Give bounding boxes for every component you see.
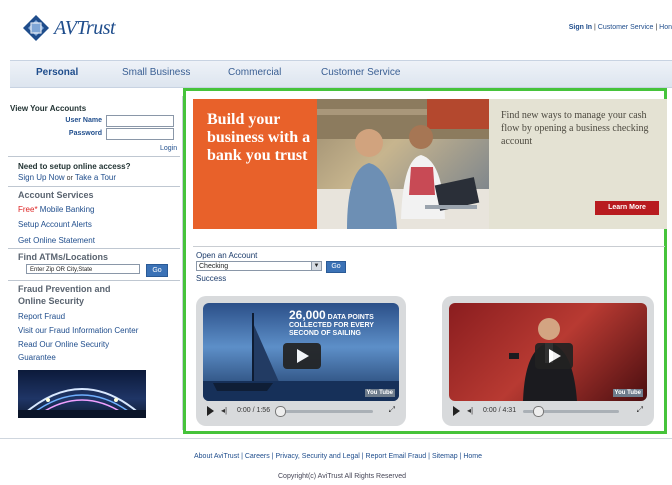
youtube-logo[interactable]: You Tube [364,389,395,397]
fullscreen-icon[interactable]: ⤢ [637,405,643,415]
nav-small-business[interactable]: Small Business [122,67,190,78]
view-accounts-heading: View Your Accounts [10,104,87,113]
nav-commercial[interactable]: Commercial [228,67,281,78]
divider [8,186,180,187]
footer-link-home[interactable]: Home [463,453,482,460]
mobile-banking-item[interactable]: Free* Mobile Banking [18,205,94,214]
atm-heading: Find ATMs/Locations [18,252,108,262]
logo-text: AVTrust [54,16,116,39]
banner-right-text: Find new ways to manage your cash flow b… [501,110,649,147]
sign-in-link[interactable]: Sign In [569,24,592,31]
video-2-screen[interactable]: You Tube [449,303,647,401]
footer-link-privacy[interactable]: Privacy, Security and Legal [275,453,359,460]
copyright: Copyright(c) AviTrust All Rights Reserve… [278,473,406,480]
video-2-controls: ◂| 0:00 / 4:31 ⤢ [449,403,647,421]
video-1-play-button[interactable] [283,343,321,369]
main-content: Build your business with a bank you trus… [183,88,667,434]
footer-link-careers[interactable]: Careers [245,453,270,460]
password-label: Password [68,130,102,137]
video-1-overlay: 26,000 DATA POINTS COLLECTED FOR EVERY S… [289,308,374,338]
logo[interactable]: AVTrust [22,14,116,42]
footer-link-report-fraud[interactable]: Report Email Fraud [366,453,427,460]
dropdown-arrow-icon[interactable]: ▼ [311,262,321,270]
banner-build-business[interactable]: Build your business with a bank you trus… [193,99,317,229]
open-account-label: Open an Account [196,251,258,260]
nav-personal[interactable]: Personal [36,67,78,78]
password-input[interactable] [106,128,174,140]
fraud-heading-2: Online Security [18,296,85,306]
banner-cash-flow: Find new ways to manage your cash flow b… [489,99,667,229]
divider [8,156,180,157]
video-1-scrubber[interactable] [277,410,373,413]
footer: About AviTrust | Careers | Privacy, Secu… [0,438,672,485]
banner-photo [317,99,489,229]
nav-customer-service[interactable]: Customer Service [321,67,400,78]
volume-icon[interactable]: ◂| [467,406,473,415]
setup-access-heading: Need to setup online access? [18,162,131,171]
video-2-time: 0:00 / 4:31 [483,407,517,414]
video-1-controls: ◂| 0:00 / 1:56 ⤢ [203,403,399,421]
open-account-go-button[interactable]: Go [326,261,346,273]
success-message: Success [196,274,227,283]
video-1-time: 0:00 / 1:56 [237,407,271,414]
take-tour-link[interactable]: Take a Tour [75,173,116,182]
account-type-select[interactable]: Checking ▼ [196,261,322,271]
username-label: User Name [65,117,102,124]
divider [8,248,180,249]
play-icon[interactable] [453,406,460,416]
atm-go-button[interactable]: Go [146,264,168,277]
header: AVTrust Sign In | Customer Service | Hon [0,0,672,60]
free-badge: Free* [18,205,38,214]
online-statement-link[interactable]: Get Online Statement [18,236,95,245]
setup-alerts-link[interactable]: Setup Account Alerts [18,220,92,229]
video-2-play-button[interactable] [535,343,573,369]
or-text: or [64,175,75,182]
logo-diamond-icon [23,15,49,41]
video-1-scrubber-handle[interactable] [275,406,286,417]
utility-links: Sign In | Customer Service | Hon [569,24,672,31]
atm-location-input[interactable]: Enter Zip OR City,State [26,264,140,274]
main-nav: Personal Small Business Commercial Custo… [10,60,672,88]
signup-line: Sign Up Now or Take a Tour [18,173,116,182]
footer-link-about[interactable]: About AviTrust [194,453,239,460]
security-guarantee-link-2[interactable]: Guarantee [18,353,56,362]
security-guarantee-link-1[interactable]: Read Our Online Security [18,340,109,349]
fraud-heading-1: Fraud Prevention and [18,284,111,294]
video-player-1: 26,000 DATA POINTS COLLECTED FOR EVERY S… [196,296,406,426]
fullscreen-icon[interactable]: ⤢ [389,405,395,415]
sign-up-link[interactable]: Sign Up Now [18,173,65,182]
stadium-illustration [18,388,146,418]
youtube-logo[interactable]: You Tube [612,389,643,397]
report-fraud-link[interactable]: Report Fraud [18,312,65,321]
play-icon[interactable] [207,406,214,416]
customer-service-link[interactable]: Customer Service [598,24,654,31]
login-link[interactable]: Login [160,145,177,152]
overlay-text-1b: DATA POINTS [325,314,374,321]
account-services-heading: Account Services [18,190,94,200]
sidebar: View Your Accounts User Name Password Lo… [0,96,183,430]
username-input[interactable] [106,115,174,127]
promo-image[interactable] [18,370,146,418]
home-link[interactable]: Hon [659,24,672,31]
people-laptop-photo [317,99,489,229]
volume-icon[interactable]: ◂| [221,406,227,415]
overlay-number: 26,000 [289,308,326,322]
divider [193,246,665,247]
mobile-banking-link[interactable]: Mobile Banking [38,205,95,214]
video-2-scrubber-handle[interactable] [533,406,544,417]
overlay-text-3: SECOND OF SAILING [289,330,361,337]
banner-left-text: Build your business with a bank you trus… [207,111,311,164]
footer-link-sitemap[interactable]: Sitemap [432,453,458,460]
overlay-text-2: COLLECTED FOR EVERY [289,322,374,329]
video-1-screen[interactable]: 26,000 DATA POINTS COLLECTED FOR EVERY S… [203,303,399,401]
learn-more-button[interactable]: Learn More [595,201,659,215]
fraud-center-link[interactable]: Visit our Fraud Information Center [18,326,138,335]
account-type-value: Checking [199,263,229,270]
video-player-2: You Tube ◂| 0:00 / 4:31 ⤢ [442,296,654,426]
footer-links: About AviTrust | Careers | Privacy, Secu… [194,453,483,460]
divider [8,280,180,281]
